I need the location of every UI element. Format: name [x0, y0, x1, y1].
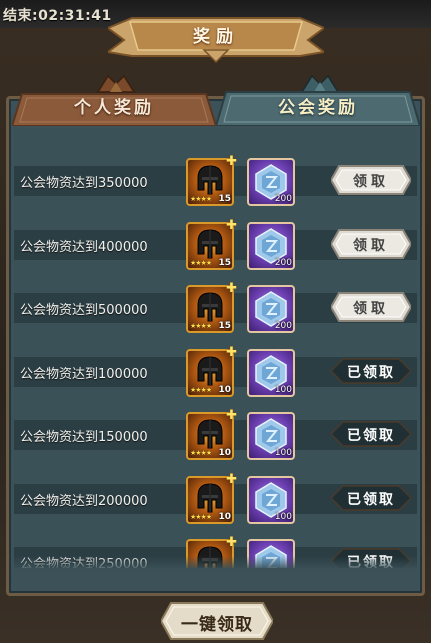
claim-button-label: 领取: [353, 301, 389, 317]
claim-button-label: 领取: [353, 237, 389, 254]
reward-row: 公会物资达到400000 ✚ ★★★★ 15 200 领取: [14, 218, 417, 274]
reward-item-crystal[interactable]: 200: [247, 285, 295, 333]
claimed-badge: 已领取: [331, 420, 411, 448]
list-fade: [14, 556, 417, 570]
claim-button[interactable]: 领取: [331, 291, 411, 323]
reward-item-helmet[interactable]: ✚ ★★★★ 10: [186, 408, 237, 460]
reward-item-helmet[interactable]: ✚ ★★★★ 10: [186, 345, 237, 397]
reward-condition: 公会物资达到400000: [20, 239, 148, 255]
reward-item-crystal[interactable]: 200: [247, 221, 295, 270]
claimed-label: 已领取: [347, 364, 395, 381]
upgrade-plus-icon: ✚: [226, 281, 237, 296]
reward-row: 公会物资达到150000 ✚ ★★★★ 10 100 已领取: [14, 408, 417, 464]
reward-row: 公会物资达到350000 ✚ ★★★★ 15 200 领取: [14, 154, 417, 210]
reward-row: 公会物资达到500000 ✚ ★★★★ 15 200 领取: [14, 281, 417, 337]
reward-item-crystal[interactable]: 200: [247, 158, 295, 206]
tab-personal-label: 个人奖励: [74, 98, 154, 118]
tab-personal-rewards[interactable]: 个人奖励: [12, 90, 216, 126]
claim-button-label: 领取: [353, 174, 389, 190]
tab-guild-label: 公会奖励: [278, 98, 358, 118]
item-level: 10: [218, 384, 231, 395]
claimed-badge: 已领取: [331, 484, 411, 512]
item-quantity: 100: [274, 448, 292, 458]
upgrade-plus-icon: ✚: [226, 471, 237, 487]
upgrade-plus-icon: ✚: [226, 535, 237, 550]
upgrade-plus-icon: ✚: [226, 408, 237, 423]
item-stars: ★★★★: [190, 258, 212, 267]
upgrade-plus-icon: ✚: [226, 217, 237, 233]
reward-condition: 公会物资达到500000: [20, 303, 148, 318]
reward-item-helmet[interactable]: ✚ ★★★★ 15: [186, 218, 237, 270]
item-stars: ★★★★: [190, 512, 212, 521]
claim-all-button[interactable]: 一键领取: [161, 601, 273, 641]
reward-row: 公会物资达到200000 ✚ ★★★★ 10 100 已领取: [14, 472, 417, 528]
item-level: 10: [218, 511, 231, 522]
item-quantity: 200: [274, 321, 292, 331]
claim-button[interactable]: 领取: [331, 228, 411, 260]
item-level: 15: [218, 321, 231, 331]
upgrade-plus-icon: ✚: [226, 344, 237, 360]
reward-condition: 公会物资达到200000: [20, 493, 148, 509]
reward-condition: 公会物资达到100000: [20, 366, 148, 382]
tab-guild-rewards[interactable]: 公会奖励: [216, 90, 420, 126]
item-stars: ★★★★: [190, 385, 212, 394]
claim-button[interactable]: 领取: [331, 164, 411, 196]
item-quantity: 200: [274, 194, 292, 204]
claim-all-label: 一键领取: [181, 615, 253, 635]
reward-item-helmet[interactable]: ✚ ★★★★ 10: [186, 472, 237, 524]
item-quantity: 100: [274, 511, 292, 522]
claimed-label: 已领取: [347, 491, 395, 508]
page-title: 奖励: [193, 27, 239, 47]
reward-list[interactable]: 公会物资达到350000 ✚ ★★★★ 15 200 领取 公会物资达到4000…: [14, 128, 417, 568]
reward-item-crystal[interactable]: 100: [247, 475, 295, 524]
event-timer: 结束:02:31:41: [3, 8, 112, 24]
reward-screen: 结束:02:31:41 个人奖励 公会奖励 公会物资达到350000 ✚ ★★★…: [0, 0, 431, 643]
item-level: 15: [218, 194, 231, 204]
title-banner: 奖励: [108, 10, 324, 64]
reward-condition: 公会物资达到150000: [20, 430, 148, 445]
reward-item-crystal[interactable]: 100: [247, 412, 295, 460]
reward-condition: 公会物资达到350000: [20, 176, 148, 191]
item-level: 10: [218, 448, 231, 458]
reward-row: 公会物资达到100000 ✚ ★★★★ 10 100 已领取: [14, 345, 417, 401]
item-stars: ★★★★: [190, 322, 212, 330]
item-level: 15: [218, 257, 231, 268]
upgrade-plus-icon: ✚: [226, 154, 237, 169]
reward-item-helmet[interactable]: ✚ ★★★★ 15: [186, 154, 237, 206]
item-quantity: 200: [274, 257, 292, 268]
reward-item-crystal[interactable]: 100: [247, 348, 295, 397]
claimed-label: 已领取: [347, 428, 395, 444]
item-stars: ★★★★: [190, 195, 212, 203]
reward-item-helmet[interactable]: ✚ ★★★★ 15: [186, 281, 237, 333]
item-quantity: 100: [274, 384, 292, 395]
item-stars: ★★★★: [190, 449, 212, 457]
claimed-badge: 已领取: [331, 357, 411, 385]
